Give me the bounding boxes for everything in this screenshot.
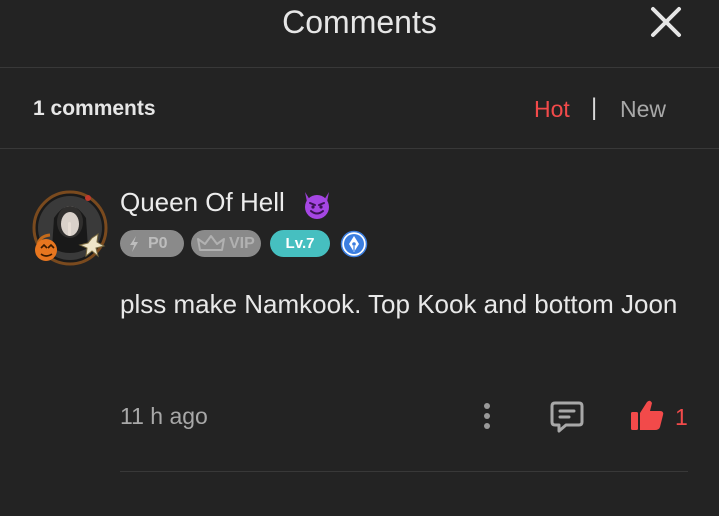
- username[interactable]: Queen Of Hell: [120, 187, 285, 218]
- header-bar: Comments: [0, 0, 719, 68]
- comment-text: plss make Namkook. Top Kook and bottom J…: [120, 289, 678, 319]
- level-badge: Lv.7: [270, 230, 330, 257]
- pen-nib-icon: [340, 230, 368, 258]
- vip-badge-label: VIP: [229, 235, 255, 252]
- more-options-icon[interactable]: [479, 400, 495, 432]
- page-title: Comments: [282, 4, 437, 40]
- p-badge-label: P0: [148, 235, 168, 252]
- comments-toolbar: 1 comments Hot | New: [0, 68, 719, 149]
- sort-hot-tab[interactable]: Hot: [534, 96, 570, 123]
- p-level-badge: P0: [120, 230, 184, 257]
- close-icon[interactable]: [648, 4, 684, 40]
- like-count: 1: [675, 404, 688, 430]
- crown-icon: [197, 235, 225, 251]
- comment-timestamp: 11 h ago: [120, 403, 208, 429]
- sort-new-tab[interactable]: New: [620, 96, 666, 123]
- sort-separator: |: [591, 94, 598, 121]
- reply-icon[interactable]: [549, 398, 585, 434]
- comment-count: 1 comments: [33, 97, 156, 120]
- comment-divider: [120, 471, 688, 472]
- vip-badge: VIP: [191, 230, 261, 257]
- avatar[interactable]: [30, 188, 110, 268]
- thumbs-up-icon[interactable]: [628, 396, 666, 434]
- smiling-devil-emoji-icon: [305, 192, 329, 219]
- lightning-icon: [130, 236, 138, 252]
